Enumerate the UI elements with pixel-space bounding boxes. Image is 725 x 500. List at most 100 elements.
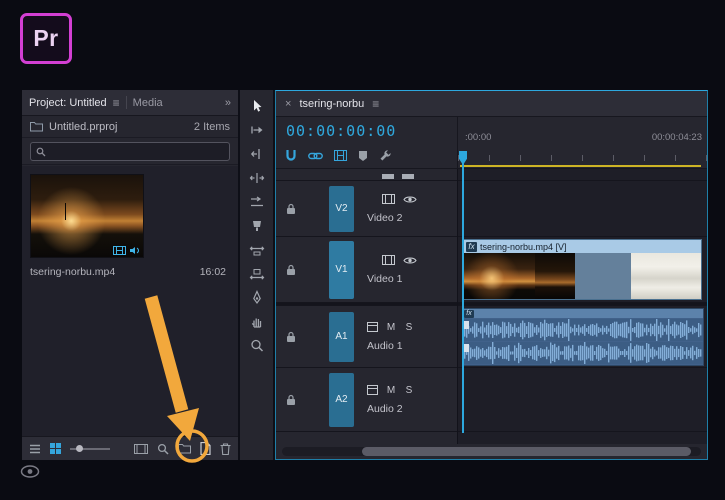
track-target-v2[interactable]: V2 <box>329 185 354 232</box>
hand-tool-icon[interactable] <box>245 311 269 332</box>
timeline-body: V2 Video 2 V1 Video 1 A1 M S Audio 1 A2 … <box>276 169 707 444</box>
time-ruler[interactable]: :00:00 00:00:04:23 <box>457 117 707 168</box>
search-input[interactable] <box>50 145 224 158</box>
track-header-v2: V2 Video 2 <box>276 181 457 237</box>
track-target-v1[interactable]: V1 <box>329 240 354 299</box>
zoom-slider-knob[interactable] <box>76 444 83 452</box>
logo-text: Pr <box>33 25 59 51</box>
mute-button[interactable]: M <box>386 322 396 333</box>
track-header-a1: A1 M S Audio 1 <box>276 306 457 368</box>
track-name-v2: Video 2 <box>367 211 403 224</box>
ripple-edit-tool-icon[interactable] <box>245 143 269 164</box>
tab-divider <box>125 96 127 109</box>
tab-media[interactable]: Media <box>133 97 163 109</box>
icon-view-button[interactable] <box>50 443 61 454</box>
track-name-a1: Audio 1 <box>367 339 403 352</box>
clip-duration: 16:02 <box>199 266 226 278</box>
sync-lock-icon[interactable] <box>367 322 378 332</box>
clip-frame-thumbnail <box>631 253 701 299</box>
clip-caption: tsering-norbu.mp4 16:02 <box>30 266 228 278</box>
video-clip-header: fx tsering-norbu.mp4 [V] <box>463 240 701 253</box>
project-file-row: Untitled.prproj 2 Items <box>22 116 238 138</box>
search-box[interactable] <box>30 142 230 161</box>
project-file-name: Untitled.prproj <box>49 120 118 133</box>
new-item-button[interactable] <box>200 442 211 455</box>
list-view-button[interactable] <box>29 444 41 454</box>
scrollbar-thumb[interactable] <box>362 447 691 456</box>
app-window: Project: Untitled ≡ Media » Untitled.prp… <box>22 90 708 460</box>
track-output-icon[interactable] <box>382 255 395 265</box>
cut-off-track-icons <box>382 174 414 179</box>
solo-button[interactable]: S <box>404 385 414 396</box>
track-target-a1[interactable]: A1 <box>329 311 354 362</box>
timeline-video-clip[interactable]: fx tsering-norbu.mp4 [V] <box>462 239 702 300</box>
video-clip-label: tsering-norbu.mp4 [V] <box>480 241 567 252</box>
panel-overflow-icon[interactable]: » <box>225 97 231 109</box>
timeline-settings-wrench-icon[interactable] <box>379 149 392 162</box>
track-output-icon[interactable] <box>382 194 395 204</box>
track-visibility-eye-icon[interactable] <box>403 256 417 265</box>
clip-thumbnail[interactable] <box>30 174 144 258</box>
track-content-a1[interactable]: fx <box>458 306 707 368</box>
channel-indicator-right <box>464 344 469 352</box>
find-button[interactable] <box>157 443 169 455</box>
solo-button[interactable]: S <box>404 322 414 333</box>
tools-panel <box>240 90 273 460</box>
ruler-ticks <box>458 155 707 161</box>
snap-icon[interactable] <box>285 149 297 162</box>
fx-badge: fx <box>466 241 477 252</box>
automate-to-sequence-button[interactable] <box>134 443 148 454</box>
tab-sequence[interactable]: tsering-norbu <box>299 98 364 110</box>
tab-project[interactable]: Project: Untitled <box>29 97 107 109</box>
slide-tool-icon[interactable] <box>245 263 269 284</box>
rolling-edit-tool-icon[interactable] <box>245 167 269 188</box>
new-bin-button[interactable] <box>178 443 191 454</box>
lock-icon[interactable] <box>286 394 296 406</box>
lock-icon[interactable] <box>286 203 296 215</box>
zoom-slider[interactable] <box>70 444 110 452</box>
audio-band-right <box>463 342 703 364</box>
timeline-audio-clip[interactable]: fx <box>462 308 704 366</box>
project-item-count: 2 Items <box>193 120 230 133</box>
timeline-header: 00:00:00:00 :00:00 00:00:04:23 <box>276 117 707 169</box>
playhead-timecode[interactable]: 00:00:00:00 <box>286 122 396 140</box>
rate-stretch-tool-icon[interactable] <box>245 191 269 212</box>
track-visibility-eye-icon[interactable] <box>403 195 417 204</box>
track-header-a2: A2 M S Audio 2 <box>276 368 457 432</box>
project-panel: Project: Untitled ≡ Media » Untitled.prp… <box>22 90 238 460</box>
audio-waveform-right <box>463 342 703 364</box>
eye-icon <box>20 465 40 478</box>
panel-menu-icon[interactable]: ≡ <box>113 96 120 110</box>
track-content-a2[interactable] <box>458 368 707 432</box>
lock-icon[interactable] <box>286 264 296 276</box>
pen-tool-icon[interactable] <box>245 287 269 308</box>
slip-tool-icon[interactable] <box>245 239 269 260</box>
linked-selection-icon[interactable] <box>308 151 323 161</box>
clip-frame-strip <box>463 253 701 299</box>
track-header-column: V2 Video 2 V1 Video 1 A1 M S Audio 1 A2 … <box>276 169 457 444</box>
track-select-forward-tool-icon[interactable] <box>245 119 269 140</box>
mute-button[interactable]: M <box>386 385 396 396</box>
track-content-area[interactable]: fx tsering-norbu.mp4 [V] fx <box>457 169 707 444</box>
razor-tool-icon[interactable] <box>245 215 269 236</box>
project-panel-footer <box>22 436 238 460</box>
project-bin-area[interactable]: tsering-norbu.mp4 16:02 <box>22 166 238 436</box>
clear-trash-button[interactable] <box>220 442 231 455</box>
timeline-panel-menu-icon[interactable]: ≡ <box>372 97 379 111</box>
track-target-a2[interactable]: A2 <box>329 372 354 427</box>
timeline-panel: × tsering-norbu ≡ 00:00:00:00 :00:00 00:… <box>275 90 708 460</box>
thumbnail-badges <box>113 246 141 255</box>
timeline-display-icon[interactable] <box>334 150 347 161</box>
track-content-v1[interactable]: fx tsering-norbu.mp4 [V] <box>458 237 707 303</box>
close-tab-icon[interactable]: × <box>285 98 291 110</box>
sync-lock-icon[interactable] <box>367 385 378 395</box>
zoom-tool-icon[interactable] <box>245 335 269 356</box>
lock-icon[interactable] <box>286 331 296 343</box>
timeline-horizontal-scrollbar <box>282 447 701 456</box>
timeline-toolbar <box>285 149 392 162</box>
playhead-line[interactable] <box>462 154 464 433</box>
clip-frame-thumbnail <box>463 253 535 299</box>
track-content-v2[interactable] <box>458 181 707 237</box>
selection-tool-icon[interactable] <box>245 95 269 116</box>
add-marker-icon[interactable] <box>358 150 368 162</box>
